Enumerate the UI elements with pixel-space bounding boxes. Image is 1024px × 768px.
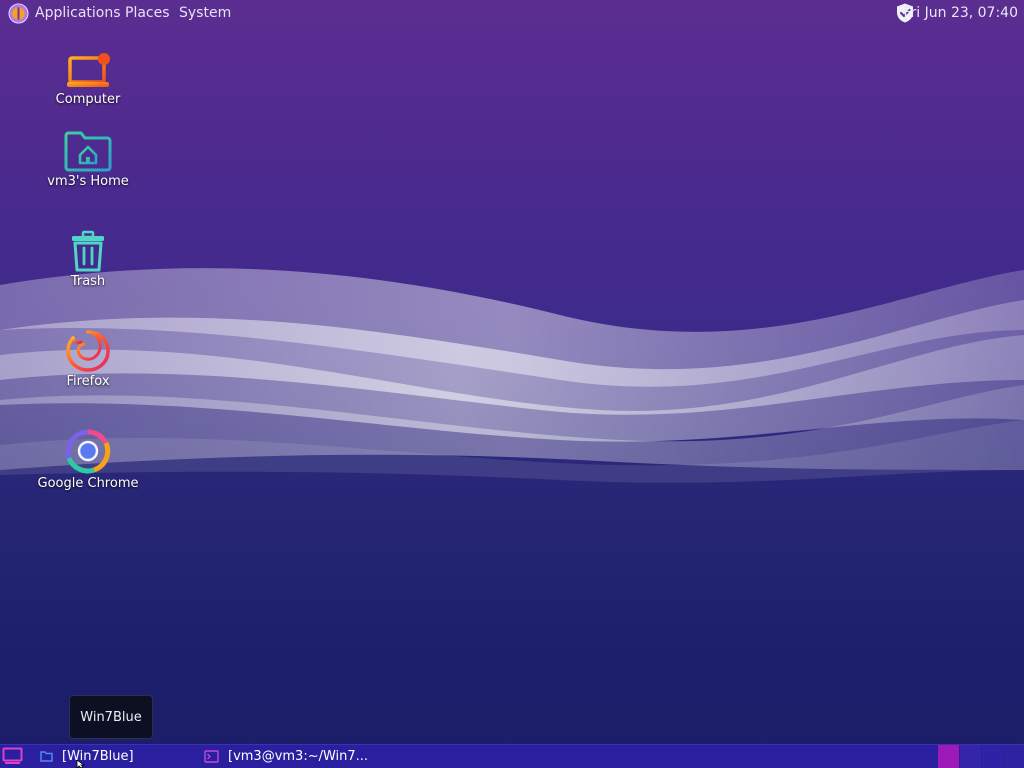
distro-logo-icon[interactable] <box>8 3 29 24</box>
computer-icon <box>67 53 110 87</box>
taskbar-item-win7blue[interactable]: [Win7Blue] <box>34 745 194 768</box>
bottom-panel: [Win7Blue] [vm3@vm3:~/Win7... <box>0 744 1024 768</box>
desktop[interactable]: Applications Places System Fri Jun 23, 0… <box>0 0 1024 768</box>
taskbar-item-terminal[interactable]: [vm3@vm3:~/Win7... <box>198 745 398 768</box>
desktop-icon-computer[interactable]: Computer <box>28 52 148 107</box>
desktop-icon-label: Trash <box>70 274 106 289</box>
tooltip: Win7Blue <box>69 695 153 739</box>
top-panel: Applications Places System Fri Jun 23, 0… <box>0 0 1024 26</box>
menu-places[interactable]: Places <box>125 0 170 26</box>
clock[interactable]: Fri Jun 23, 07:40 <box>903 0 1018 26</box>
desktop-icon-label: Google Chrome <box>37 476 139 491</box>
taskbar-item-label: [vm3@vm3:~/Win7... <box>228 749 369 764</box>
workspace-3[interactable] <box>982 745 1002 768</box>
mouse-pointer-icon <box>76 760 86 768</box>
folder-icon <box>40 751 53 762</box>
desktop-icon-label: vm3's Home <box>47 174 129 189</box>
desktop-icon-firefox[interactable]: Firefox <box>28 328 148 389</box>
workspace-2[interactable] <box>960 745 981 768</box>
chrome-icon <box>65 429 111 474</box>
desktop-icon-trash[interactable]: Trash <box>28 230 148 289</box>
workspace-1[interactable] <box>938 745 959 768</box>
desktop-icon-home[interactable]: vm3's Home <box>28 130 148 189</box>
trash-icon <box>72 230 104 272</box>
terminal-icon <box>204 750 219 763</box>
workspace-4[interactable] <box>1003 745 1024 768</box>
wallpaper-waves <box>0 268 1024 483</box>
firefox-icon <box>66 330 110 372</box>
menu-system[interactable]: System <box>179 0 231 26</box>
desktop-icon-label: Firefox <box>66 374 110 389</box>
desktop-icon-chrome[interactable]: Google Chrome <box>28 428 148 491</box>
home-folder-icon <box>64 131 112 172</box>
menu-applications[interactable]: Applications <box>35 0 121 26</box>
show-desktop-icon[interactable] <box>2 747 23 765</box>
taskbar-item-label: [Win7Blue] <box>62 749 134 764</box>
desktop-icon-label: Computer <box>55 92 121 107</box>
